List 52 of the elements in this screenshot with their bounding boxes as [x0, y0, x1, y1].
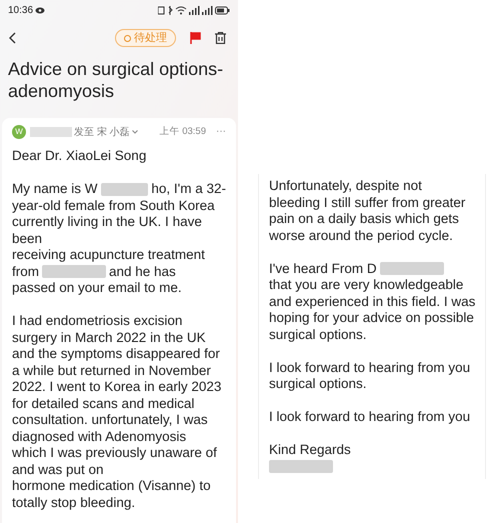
body-text: diagnosed with Adenomyosis [12, 428, 186, 446]
body-text: I've heard From D [269, 260, 377, 278]
body-text: from [12, 262, 39, 281]
redacted-block [30, 127, 72, 137]
body-text: bleeding I still suffer from greater [269, 194, 466, 212]
body-text: a while but returned in November [12, 362, 211, 380]
body-text: totally stop bleeding. [12, 494, 136, 512]
flag-icon[interactable] [190, 32, 201, 44]
redacted-block [269, 460, 333, 474]
body-text: and was put on [12, 460, 104, 479]
clock-time: 10:36 [8, 4, 34, 18]
body-text: Unfortunately, despite not [269, 177, 422, 196]
body-text: receiving acupuncture treatment [12, 246, 205, 264]
body-text: consultation. unfortunately, I was [12, 411, 208, 430]
redacted-block [100, 182, 148, 196]
body-text: Dear Dr. XiaoLei Song [12, 147, 146, 166]
body-text: been [12, 230, 42, 248]
chevron-down-icon[interactable] [132, 130, 138, 134]
body-text: ho, I'm a 32- [151, 180, 226, 198]
recipient-text: 发至 宋 小磊 [74, 126, 130, 140]
eye-icon [35, 7, 46, 14]
body-text: surgery in March 2022 in the UK [12, 328, 206, 347]
body-text: 2022. I went to Korea in early 2023 [12, 378, 222, 396]
body-text: and he has [109, 262, 176, 281]
body-text: currently living in the UK. I have [12, 213, 202, 232]
status-icons-drawing [158, 6, 230, 15]
sender-avatar: W [12, 125, 26, 139]
trash-icon[interactable] [215, 32, 226, 44]
email-time: 上午 03:59 [160, 124, 206, 139]
body-text: I look forward to hearing from you [269, 408, 470, 426]
body-text: year-old female from South Korea [12, 196, 215, 215]
status-pill[interactable]: 待处理 [115, 29, 176, 47]
body-text: I had endometriosis excision [12, 312, 182, 330]
email-subject: Advice on surgical options-adenomyosis [7, 58, 224, 103]
body-text: and the symptoms disappeared for [12, 345, 220, 364]
body-text: for detailed scans and medical [12, 394, 194, 413]
redacted-block [42, 265, 106, 278]
body-text: My name is W [12, 180, 98, 198]
body-text: surgical options. [269, 326, 367, 344]
body-text: worse around the period cycle. [269, 226, 453, 245]
body-text: surgical options. [269, 375, 367, 394]
body-text: and experienced in this field. I was [269, 292, 476, 311]
body-text: I look forward to hearing from you [269, 358, 470, 377]
body-text: passed on your email to me. [12, 279, 182, 298]
more-button[interactable]: ··· [216, 127, 226, 137]
body-text: that you are very knowledgeable [269, 276, 464, 294]
body-text: which I was previously unaware of [12, 444, 217, 462]
body-text: hoping for your advice on possible [269, 309, 474, 328]
body-text: Kind Regards [269, 441, 351, 460]
redacted-block [380, 262, 444, 276]
body-text: pain on a daily basis which gets [269, 210, 459, 228]
body-text: hormone medication (Visanne) to [12, 477, 211, 496]
